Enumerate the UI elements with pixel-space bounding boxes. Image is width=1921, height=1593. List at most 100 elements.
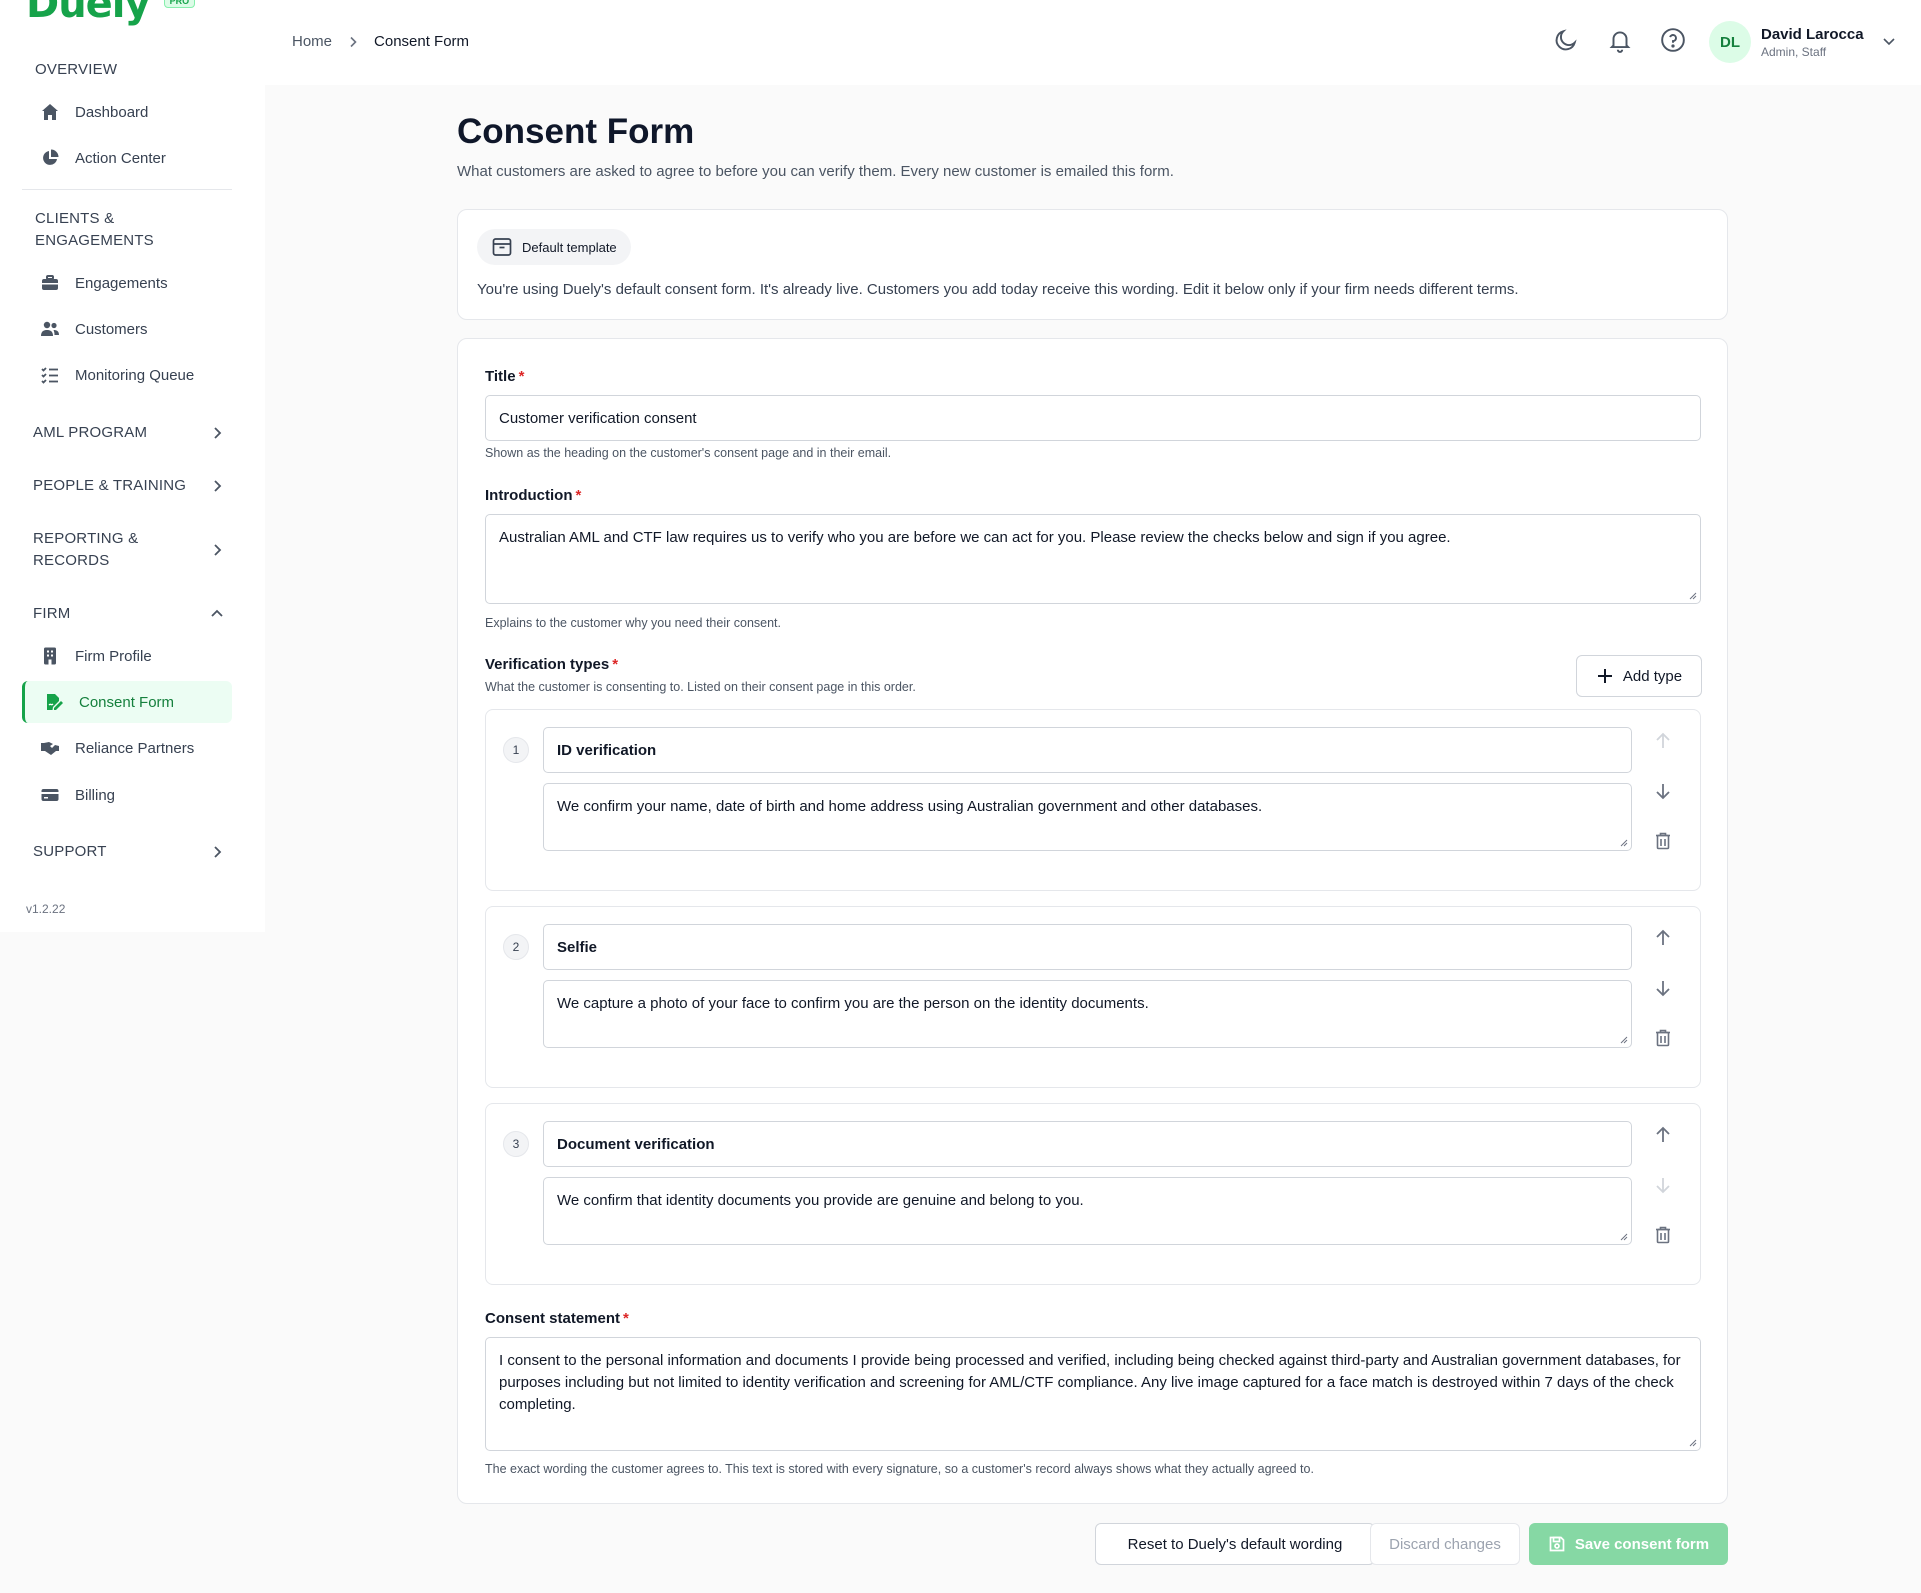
group-label: PEOPLE & TRAINING <box>33 477 187 494</box>
sidebar-item-dashboard[interactable]: Dashboard <box>22 91 232 133</box>
required-marker: * <box>623 1310 629 1327</box>
delete-type-button[interactable] <box>1649 827 1677 855</box>
avatar[interactable]: DL <box>1709 21 1751 63</box>
sidebar-item-monitoring-queue[interactable]: Monitoring Queue <box>22 354 232 396</box>
sidebar-group-reporting-records[interactable]: REPORTING & RECORDS <box>33 528 225 572</box>
user-role: Admin, Staff <box>1761 45 1827 59</box>
resize-grip-icon[interactable] <box>1689 592 1697 600</box>
verification-type-description[interactable]: We confirm your name, date of birth and … <box>543 783 1632 851</box>
sidebar-item-label: Reliance Partners <box>75 739 195 757</box>
sidebar-item-action-center[interactable]: Action Center <box>22 137 232 179</box>
pro-badge: PRO <box>163 0 196 8</box>
add-type-button[interactable]: Add type <box>1576 655 1702 697</box>
arrow-up-icon <box>1656 1126 1670 1142</box>
label-text: Title <box>485 368 516 385</box>
breadcrumb: Home Consent Form <box>292 33 469 50</box>
move-up-button[interactable] <box>1649 1121 1677 1149</box>
help-icon[interactable] <box>1660 27 1686 53</box>
verification-type-card: 2 Selfie We capture a photo of your face… <box>485 906 1701 1088</box>
verification-type-description[interactable]: We confirm that identity documents you p… <box>543 1177 1632 1245</box>
sidebar-group-firm[interactable]: FIRM <box>33 603 225 625</box>
verification-type-name-input[interactable]: Selfie <box>543 924 1632 970</box>
description-value: We confirm your name, date of birth and … <box>557 798 1263 815</box>
verification-type-card: 3 Document verification We confirm that … <box>485 1103 1701 1285</box>
verification-type-name-input[interactable]: ID verification <box>543 727 1632 773</box>
logo-text: Duely <box>26 0 151 27</box>
title-input[interactable]: Customer verification consent <box>485 395 1701 441</box>
sidebar-group-aml-program[interactable]: AML PROGRAM <box>33 422 225 444</box>
move-up-button[interactable] <box>1649 924 1677 952</box>
delete-type-button[interactable] <box>1649 1221 1677 1249</box>
arrow-down-icon <box>1656 1178 1670 1194</box>
add-type-label: Add type <box>1622 667 1683 685</box>
sidebar-item-label: Engagements <box>75 274 168 292</box>
description-value: We confirm that identity documents you p… <box>557 1192 1084 1209</box>
sidebar-item-label: Monitoring Queue <box>75 366 195 384</box>
verification-type-description[interactable]: We capture a photo of your face to confi… <box>543 980 1632 1048</box>
banner-text: You're using Duely's default consent for… <box>477 281 1519 298</box>
building-icon <box>40 646 60 666</box>
chevron-right-icon <box>214 544 222 556</box>
sidebar-item-label: Consent Form <box>79 693 175 711</box>
move-down-button[interactable] <box>1649 1171 1677 1199</box>
sidebar: Duely PRO OVERVIEW Dashboard Action Cent… <box>0 0 265 932</box>
sidebar-group-support[interactable]: SUPPORT <box>33 841 225 863</box>
group-label: SUPPORT <box>33 843 107 860</box>
sidebar-item-engagements[interactable]: Engagements <box>22 262 232 304</box>
plus-icon <box>1597 669 1612 683</box>
archive-icon <box>492 238 512 256</box>
title-label: Title * <box>485 368 524 385</box>
chevron-right-icon <box>350 36 357 47</box>
sidebar-item-label: Customers <box>75 320 148 338</box>
title-hint: Shown as the heading on the customer's c… <box>485 446 892 460</box>
group-label: FIRM <box>33 605 71 622</box>
breadcrumb-home[interactable]: Home <box>292 33 332 50</box>
required-marker: * <box>518 368 525 385</box>
verification-type-number: 2 <box>503 934 529 960</box>
reset-default-button[interactable]: Reset to Duely's default wording <box>1095 1523 1375 1565</box>
moon-icon[interactable] <box>1553 27 1579 53</box>
consent-statement-value: I consent to the personal information an… <box>499 1352 1681 1413</box>
label-text: Introduction <box>485 487 573 504</box>
sidebar-item-consent-form[interactable]: Consent Form <box>22 681 232 723</box>
sidebar-item-reliance-partners[interactable]: Reliance Partners <box>22 727 232 769</box>
group-label: REPORTING & RECORDS <box>33 530 139 569</box>
consent-form-card: Title * Customer verification consent Sho… <box>457 338 1728 1504</box>
sidebar-item-label: Firm Profile <box>75 647 152 665</box>
verification-type-name-input[interactable]: Document verification <box>543 1121 1632 1167</box>
chevron-right-icon <box>214 846 222 858</box>
section-title-clients: CLIENTS & ENGAGEMENTS <box>35 210 154 249</box>
chevron-down-icon[interactable] <box>1880 32 1898 50</box>
save-consent-form-button[interactable]: Save consent form <box>1529 1523 1728 1565</box>
sidebar-item-customers[interactable]: Customers <box>22 308 232 350</box>
user-name: David Larocca <box>1761 26 1864 43</box>
trash-icon <box>1656 832 1670 850</box>
label-text: Consent statement <box>485 1310 621 1327</box>
introduction-textarea[interactable]: Australian AML and CTF law requires us t… <box>485 514 1701 604</box>
sidebar-item-firm-profile[interactable]: Firm Profile <box>22 635 232 677</box>
consent-statement-hint: The exact wording the customer agrees to… <box>485 1462 1314 1476</box>
consent-statement-textarea[interactable]: I consent to the personal information an… <box>485 1337 1701 1451</box>
verification-type-number: 3 <box>503 1131 529 1157</box>
briefcase-icon <box>40 273 60 293</box>
move-down-button[interactable] <box>1649 974 1677 1002</box>
move-up-button[interactable] <box>1649 727 1677 755</box>
bell-icon[interactable] <box>1607 27 1633 53</box>
discard-changes-button[interactable]: Discard changes <box>1370 1523 1520 1565</box>
move-down-button[interactable] <box>1649 777 1677 805</box>
chevron-right-icon <box>214 427 222 439</box>
resize-grip-icon[interactable] <box>1620 1233 1628 1241</box>
arrow-down-icon <box>1656 784 1670 800</box>
top-bar: Home Consent Form DL David Larocca Admin… <box>265 0 1921 85</box>
sidebar-item-billing[interactable]: Billing <box>22 774 232 816</box>
sidebar-item-label: Action Center <box>75 149 166 167</box>
credit-card-icon <box>40 785 60 805</box>
resize-grip-icon[interactable] <box>1620 1036 1628 1044</box>
resize-grip-icon[interactable] <box>1689 1439 1697 1447</box>
sidebar-group-people-training[interactable]: PEOPLE & TRAINING <box>33 475 225 497</box>
sidebar-divider <box>22 189 232 190</box>
delete-type-button[interactable] <box>1649 1024 1677 1052</box>
resize-grip-icon[interactable] <box>1620 839 1628 847</box>
verification-type-number: 1 <box>503 737 529 763</box>
logo[interactable]: Duely PRO <box>26 0 196 27</box>
